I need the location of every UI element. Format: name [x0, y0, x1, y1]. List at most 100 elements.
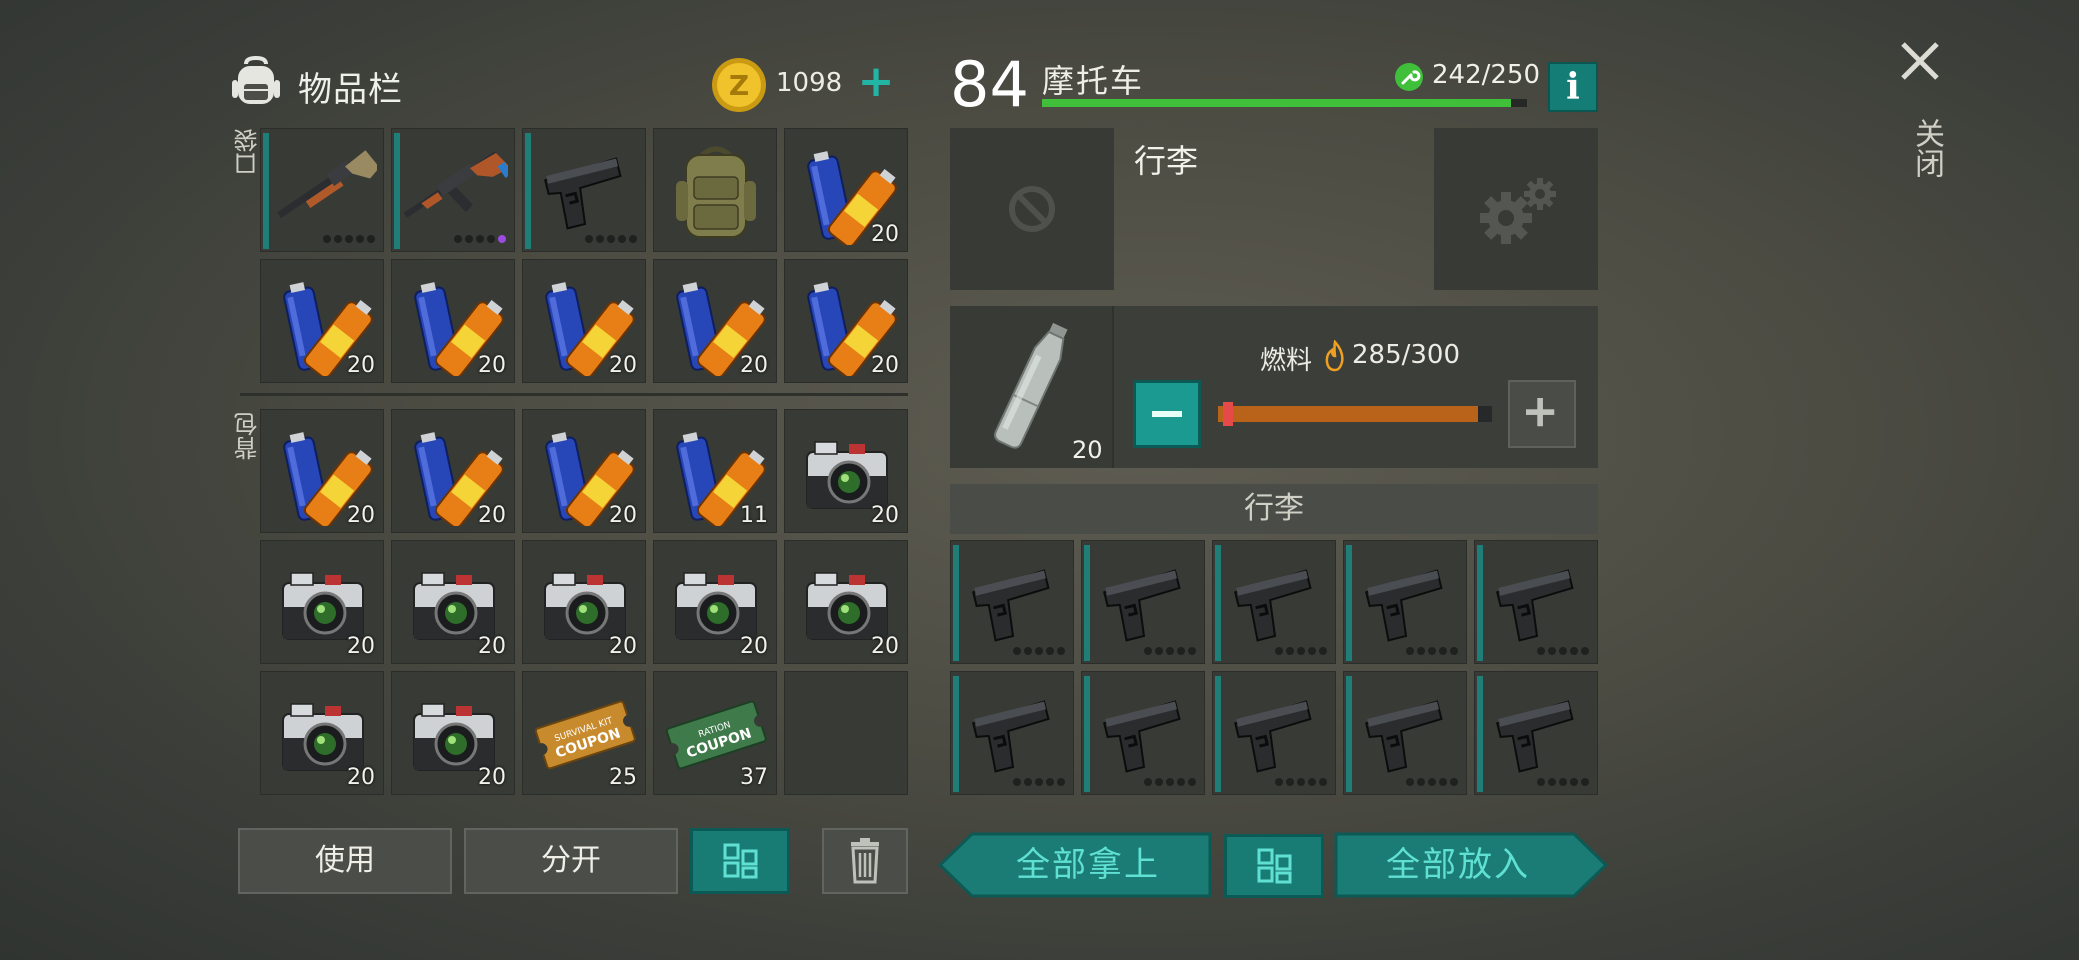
pocket-slot[interactable] [391, 128, 515, 252]
upgrade-dot [1581, 778, 1589, 786]
fuel-decrease-button[interactable] [1133, 380, 1201, 448]
trunk-slot[interactable] [1212, 671, 1336, 795]
upgrade-dots [585, 235, 637, 243]
durability-fill [1042, 99, 1512, 107]
trunk-slot[interactable] [1343, 671, 1467, 795]
coin-icon: Z [712, 58, 766, 112]
upgrade-dots [454, 235, 506, 243]
trunk-slot[interactable] [1081, 540, 1205, 664]
vehicle-parts-slot[interactable] [1434, 128, 1598, 290]
backpack-slot[interactable]: 20 [653, 540, 777, 664]
trunk-slot[interactable] [950, 540, 1074, 664]
upgrade-dot [1188, 778, 1196, 786]
upgrade-dot [1057, 647, 1065, 655]
fuel-slider-track[interactable] [1218, 406, 1492, 422]
upgrade-dots [1406, 647, 1458, 655]
trunk-slot[interactable] [950, 671, 1074, 795]
pocket-slot[interactable]: 20 [784, 128, 908, 252]
item-count: 20 [609, 353, 637, 378]
upgrade-dot [1144, 647, 1152, 655]
backpack-slot[interactable]: 20 [260, 671, 384, 795]
upgrade-dot [1286, 778, 1294, 786]
upgrade-dot [1024, 647, 1032, 655]
backpack-slot[interactable]: 20 [522, 409, 646, 533]
svg-text:Z: Z [729, 69, 749, 102]
use-button[interactable]: 使用 [238, 828, 452, 894]
pocket-slot[interactable]: 20 [784, 259, 908, 383]
upgrade-dot [585, 235, 593, 243]
upgrade-dot [476, 235, 484, 243]
add-coins-button[interactable]: + [855, 60, 897, 104]
upgrade-dot [1428, 778, 1436, 786]
backpack-slot[interactable]: 20 [784, 540, 908, 664]
upgrade-dot [487, 235, 495, 243]
backpack-slot[interactable]: 20 [391, 671, 515, 795]
trunk-slot[interactable] [1343, 540, 1467, 664]
pocket-slot[interactable] [522, 128, 646, 252]
split-button[interactable]: 分开 [464, 828, 678, 894]
upgrade-dot [1275, 778, 1283, 786]
store-all-label: 全部放入 [1386, 845, 1530, 885]
trunk-slot[interactable] [1081, 671, 1205, 795]
backpack-slot[interactable]: SURVIVAL KIT COUPON 25 [522, 671, 646, 795]
sort-trunk-button[interactable] [1224, 834, 1324, 898]
item-count: 20 [478, 765, 506, 790]
store-all-button[interactable]: 全部放入 [1334, 832, 1608, 898]
pocket-slot[interactable] [653, 128, 777, 252]
grid-sort-icon [1257, 848, 1292, 884]
trunk-slot[interactable] [1474, 671, 1598, 795]
backpack-slot[interactable]: 20 [522, 540, 646, 664]
item-count: 20 [478, 503, 506, 528]
backpack-slot[interactable]: RATION COUPON 37 [653, 671, 777, 795]
durability-text: 242/250 [1432, 60, 1541, 90]
upgrade-dot [1537, 647, 1545, 655]
close-label[interactable]: 关闭 [1904, 118, 1948, 178]
fuel-increase-button[interactable] [1508, 380, 1576, 448]
vehicle-equipment-slot[interactable] [950, 128, 1114, 290]
upgrade-dot [1144, 778, 1152, 786]
sort-inventory-button[interactable] [690, 828, 790, 894]
trunk-slot[interactable] [1474, 540, 1598, 664]
upgrade-dot [1548, 778, 1556, 786]
trash-button[interactable] [822, 828, 908, 894]
upgrade-dot [629, 235, 637, 243]
backpack-slot[interactable]: 20 [784, 409, 908, 533]
item-count: 25 [609, 765, 637, 790]
pocket-slot[interactable]: 20 [653, 259, 777, 383]
upgrade-dot [1013, 647, 1021, 655]
backpack-slot[interactable] [784, 671, 908, 795]
item-count: 11 [740, 503, 768, 528]
item-count: 20 [478, 634, 506, 659]
upgrade-dot [1046, 647, 1054, 655]
info-button[interactable]: i [1548, 62, 1598, 112]
pocket-slot[interactable]: 20 [391, 259, 515, 383]
fuel-value: 285/300 [1352, 340, 1461, 370]
pocket-slot[interactable] [260, 128, 384, 252]
vehicle-name: 摩托车 [1042, 62, 1145, 100]
trash-icon [851, 838, 879, 884]
pistol-icon [1103, 569, 1181, 642]
take-all-button[interactable]: 全部拿上 [938, 832, 1212, 898]
grid-sort-icon [723, 843, 758, 879]
item-count: 20 [347, 765, 375, 790]
upgrade-dot [1537, 778, 1545, 786]
durability-bar [1042, 99, 1527, 107]
close-icon[interactable] [1895, 36, 1945, 86]
backpack-slot[interactable]: 11 [653, 409, 777, 533]
equipment-title: 行李 [1134, 142, 1199, 180]
shotgun-icon [277, 150, 377, 219]
backpack-slot[interactable]: 20 [391, 409, 515, 533]
backpack-slot[interactable]: 20 [391, 540, 515, 664]
pocket-slot[interactable]: 20 [260, 259, 384, 383]
backpack-slot[interactable]: 20 [260, 540, 384, 664]
upgrade-dot [1308, 778, 1316, 786]
fuel-slider-handle[interactable] [1223, 402, 1234, 426]
item-count: 20 [347, 634, 375, 659]
trunk-slot[interactable] [1212, 540, 1336, 664]
item-count: 20 [609, 634, 637, 659]
upgrade-dot [1439, 647, 1447, 655]
pocket-slot[interactable]: 20 [522, 259, 646, 383]
backpack-slot[interactable]: 20 [260, 409, 384, 533]
pistol-icon [1234, 700, 1312, 773]
item-count: 37 [740, 765, 768, 790]
